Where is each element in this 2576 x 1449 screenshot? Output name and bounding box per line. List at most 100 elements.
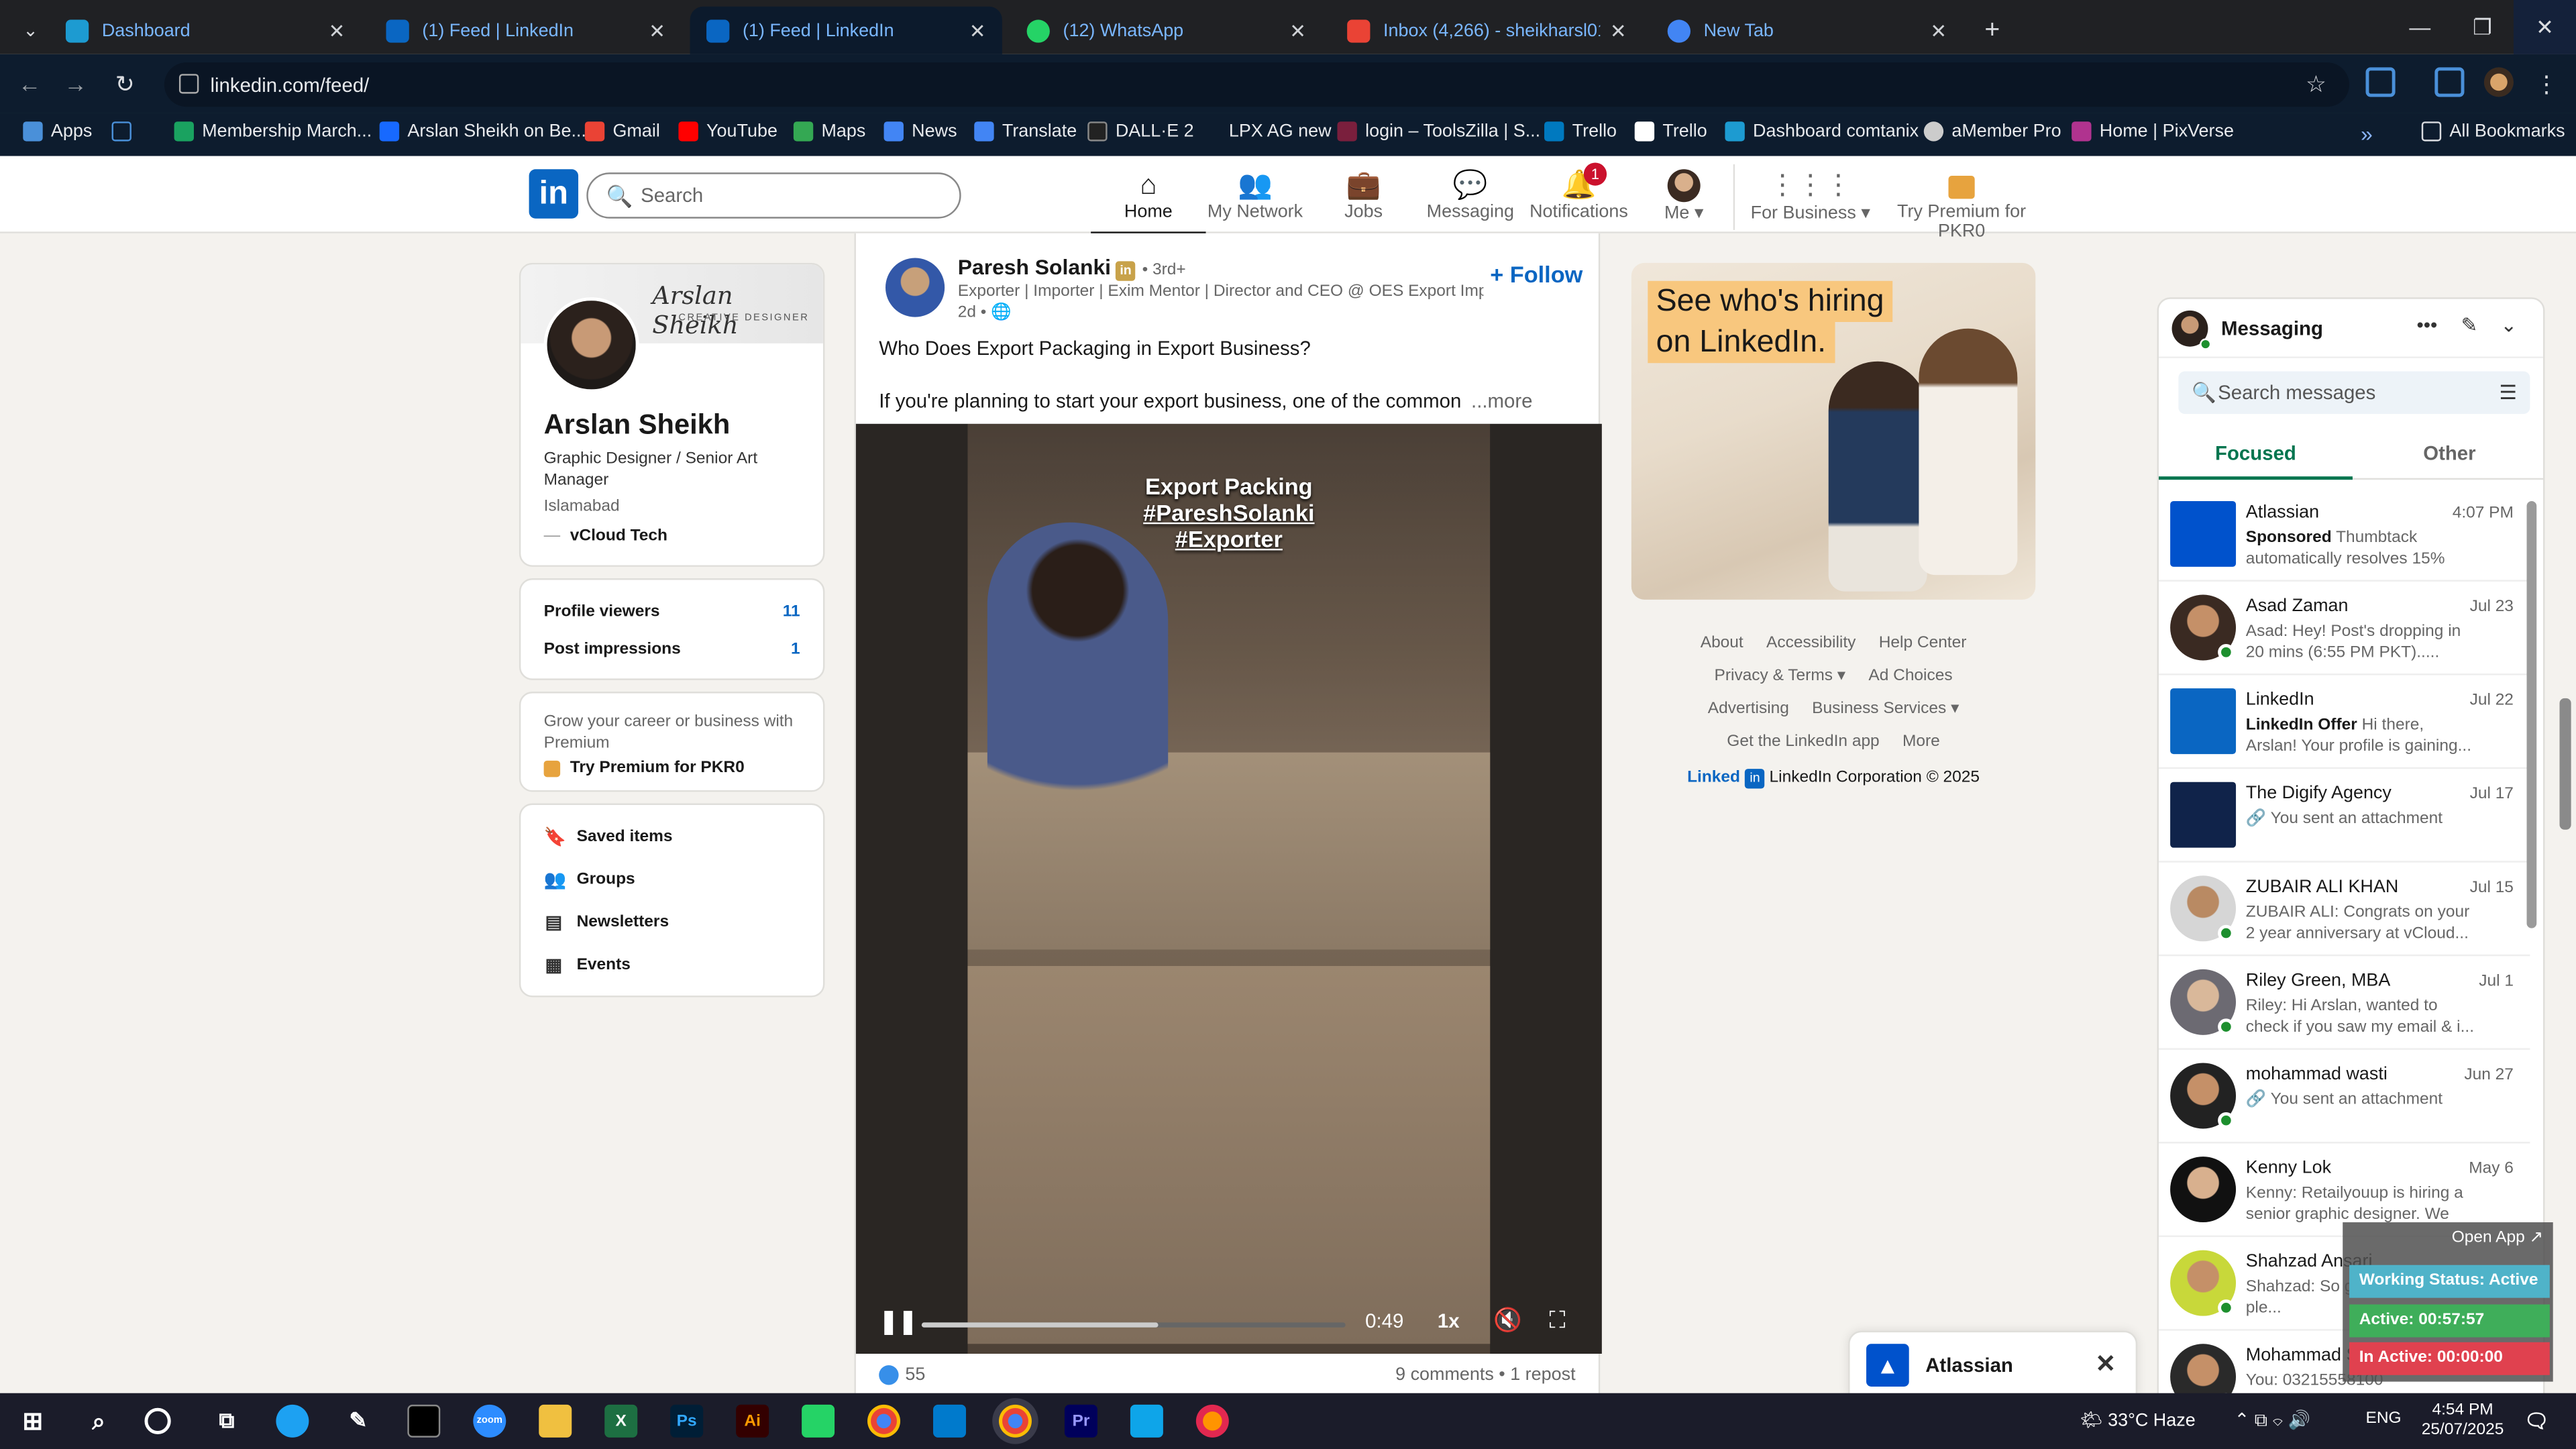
chevron-down-icon[interactable]: ⌄ (2500, 314, 2517, 337)
profile-name[interactable]: Arslan Sheikh (544, 409, 731, 442)
footer-link[interactable]: More (1902, 733, 1940, 751)
task-view-icon[interactable]: ⧉ (210, 1405, 243, 1438)
post-video[interactable]: Export Packing #PareshSolanki #Exporter … (855, 423, 1602, 1354)
system-clock[interactable]: 4:54 PM 25/07/2025 (2422, 1401, 2504, 1441)
extension-icon[interactable] (2365, 67, 2396, 97)
bookmark-item[interactable]: login – ToolsZilla | S... (1337, 121, 1540, 142)
minimize-icon[interactable]: — (2389, 0, 2451, 54)
bookmark-item[interactable]: Translate (974, 121, 1077, 142)
close-tab-icon[interactable]: ✕ (649, 19, 665, 42)
more-bookmarks-icon[interactable]: » (2361, 121, 2373, 146)
stat-post-impressions[interactable]: Post impressions 1 (544, 641, 800, 659)
mute-icon[interactable]: 🔇 (1493, 1306, 1522, 1334)
url-bar[interactable]: linkedin.com/feed/ ☆ (164, 62, 2350, 107)
footer-link[interactable]: Accessibility (1766, 634, 1856, 652)
nav-notifications[interactable]: 🔔 1 Notifications (1521, 162, 1636, 222)
comments-reposts[interactable]: 9 comments • 1 repost (1395, 1365, 1575, 1385)
forward-icon[interactable]: → (59, 67, 92, 100)
close-tab-icon[interactable]: ✕ (1610, 19, 1627, 42)
browser-tab[interactable]: Dashboard ✕ (49, 7, 361, 54)
reload-icon[interactable]: ↻ (109, 67, 142, 100)
browser-tab[interactable]: New Tab ✕ (1651, 7, 1963, 54)
bookmark-item[interactable]: News (883, 121, 957, 142)
excel-icon[interactable]: X (604, 1404, 638, 1438)
notification-center-icon[interactable]: 🗨 (2520, 1405, 2553, 1438)
profile-card[interactable]: Arslan Sheikh CREATIVE DESIGNER Arslan S… (519, 262, 825, 567)
nav-home[interactable]: ⌂ Home (1091, 169, 1206, 235)
nav-try-premium[interactable]: Try Premium for PKR0 (1876, 169, 2047, 241)
search-messages-input[interactable]: 🔍 Search messages ☰ (2178, 371, 2530, 415)
firefox-icon[interactable] (1195, 1404, 1229, 1438)
window-close-icon[interactable]: ✕ (2513, 0, 2576, 54)
tray-icons[interactable]: ⌃ ⧉ ⌔ 🔊 (2235, 1409, 2311, 1432)
close-tab-icon[interactable]: ✕ (1930, 19, 1947, 42)
page-scrollbar[interactable] (2559, 698, 2571, 830)
author-avatar[interactable] (885, 258, 945, 317)
bookmark-item[interactable]: Maps (793, 121, 865, 142)
conversation-item[interactable]: The Digify Agency Jul 17 🔗 You sent an a… (2158, 769, 2530, 863)
conversation-item[interactable]: Asad Zaman Jul 23 Asad: Hey! Post's drop… (2158, 582, 2530, 676)
bookmark-item[interactable]: Membership March... (174, 121, 372, 142)
bookmark-star-icon[interactable]: ☆ (2306, 70, 2326, 99)
bookmark-item[interactable]: Trello (1544, 121, 1617, 142)
browser-tab[interactable]: (1) Feed | LinkedIn ✕ (370, 7, 682, 54)
browser-tab-active[interactable]: (1) Feed | LinkedIn ✕ (690, 6, 1002, 54)
chrome-icon[interactable] (867, 1404, 901, 1438)
premiere-icon[interactable]: Pr (1064, 1404, 1097, 1438)
footer-link[interactable]: Privacy & Terms ▾ (1715, 667, 1846, 685)
nav-for-business[interactable]: ⋮⋮⋮ For Business ▾ (1748, 169, 1873, 223)
close-tab-icon[interactable]: ✕ (969, 19, 986, 42)
photoshop-icon[interactable]: Ps (670, 1404, 704, 1438)
filter-icon[interactable]: ☰ (2499, 371, 2516, 414)
saved-items-link[interactable]: 🔖 Saved items (544, 826, 673, 847)
profile-company[interactable]: — vCloud Tech (544, 527, 667, 545)
bookmark-item[interactable]: LPX AG new (1201, 121, 1332, 141)
global-search-input[interactable]: 🔍 Search (586, 172, 961, 219)
bookmark-item[interactable]: Home | PixVerse (2072, 121, 2234, 142)
bookmark-item[interactable]: Trello (1634, 121, 1707, 142)
green-app-icon[interactable] (802, 1404, 835, 1438)
reactions-count[interactable]: 55 (879, 1365, 925, 1385)
close-icon[interactable]: ✕ (2095, 1349, 2116, 1379)
footer-link[interactable]: Get the LinkedIn app (1727, 733, 1879, 751)
hiring-ad[interactable]: See who's hiring on LinkedIn. (1631, 262, 2036, 600)
all-bookmarks[interactable]: All Bookmarks (2421, 121, 2565, 142)
bookmark-grid[interactable] (111, 121, 140, 142)
nav-messaging[interactable]: 💬 Messaging (1413, 169, 1527, 221)
footer-link[interactable]: Ad Choices (1868, 667, 1952, 685)
file-explorer-icon[interactable] (539, 1404, 572, 1438)
search-icon[interactable]: ⌕ (82, 1405, 115, 1438)
compose-icon[interactable]: ✎ (2461, 314, 2478, 337)
back-icon[interactable]: ← (13, 67, 46, 100)
footer-link[interactable]: Help Center (1879, 634, 1967, 652)
fullscreen-icon[interactable]: ⛶ (1549, 1306, 1565, 1334)
more-options-icon[interactable]: ••• (2416, 314, 2437, 337)
video-progress-bar[interactable] (921, 1322, 1346, 1328)
vscode-icon[interactable] (933, 1404, 966, 1438)
profile-avatar-icon[interactable] (2483, 67, 2514, 97)
media-control-icon[interactable] (2434, 67, 2465, 97)
author-name[interactable]: Paresh Solanki in • 3rd+ (958, 255, 1186, 281)
pause-icon[interactable]: ❚❚ (879, 1307, 917, 1336)
site-info-icon[interactable] (178, 74, 199, 94)
weather-widget[interactable]: 🌤 33°C Haze (2080, 1409, 2195, 1431)
browser-tab[interactable]: Inbox (4,266) - sheikharsl01@g ✕ (1331, 7, 1643, 54)
browser-tab[interactable]: (12) WhatsApp ✕ (1010, 7, 1322, 54)
footer-link[interactable]: About (1701, 634, 1743, 652)
bookmark-item[interactable]: YouTube (678, 121, 777, 142)
bookmark-item[interactable]: DALL·E 2 (1087, 121, 1194, 142)
groups-link[interactable]: 👥 Groups (544, 869, 635, 890)
close-tab-icon[interactable]: ✕ (1289, 19, 1306, 42)
terminal-icon[interactable] (407, 1404, 441, 1438)
illustrator-icon[interactable]: Ai (736, 1404, 769, 1438)
atlassian-chat-popup[interactable]: ▲ Atlassian ✕ (1848, 1330, 2138, 1397)
messaging-header[interactable]: Messaging ••• ✎ ⌄ (2158, 299, 2544, 358)
bookmark-item[interactable]: aMember Pro (1923, 121, 2061, 142)
nav-my-network[interactable]: 👥 My Network (1197, 169, 1312, 221)
follow-button[interactable]: + Follow (1490, 261, 1582, 287)
try-premium-link[interactable]: Try Premium for PKR0 (543, 759, 745, 777)
see-more-link[interactable]: ...more (1471, 389, 1532, 412)
zoom-icon[interactable]: zoom (473, 1404, 506, 1438)
linkedin-logo-icon[interactable]: in (529, 169, 579, 219)
close-tab-icon[interactable]: ✕ (329, 19, 345, 42)
